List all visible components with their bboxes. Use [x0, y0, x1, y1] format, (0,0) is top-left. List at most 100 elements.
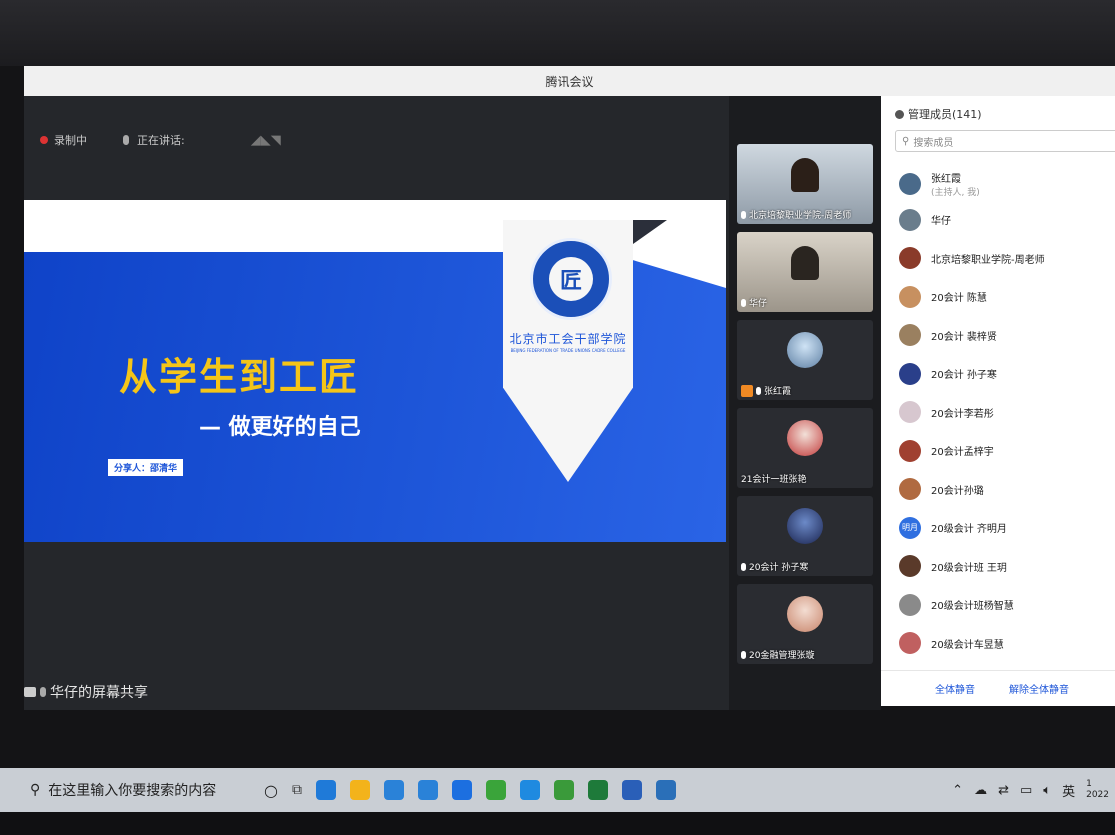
- taskbar-app-icon[interactable]: [315, 780, 336, 800]
- member-text: 20会计 孙子寒: [931, 366, 997, 381]
- member-row[interactable]: 20会计 孙子寒: [899, 362, 997, 385]
- video-tile-name: 张红霞: [764, 387, 792, 397]
- video-tile[interactable]: 20会计 孙子寒: [737, 496, 873, 576]
- taskbar-search-box[interactable]: ⚲ 在这里输入你要搜索的内容: [0, 780, 258, 800]
- mic-icon: [40, 687, 46, 697]
- mic-icon: [741, 298, 746, 307]
- member-row[interactable]: 20会计 裴梓贤: [899, 324, 997, 346]
- volume-icon[interactable]: 🔈︎: [1043, 783, 1051, 798]
- member-avatar: [899, 555, 921, 577]
- meeting-status-bar: 录制中 正在讲话: ◢◣◥: [40, 132, 281, 148]
- member-text: 华仔: [931, 212, 951, 227]
- mic-icon: [741, 562, 746, 571]
- member-row[interactable]: 20会计孟梓宇: [899, 439, 994, 462]
- cortana-circle-icon[interactable]: ○: [264, 781, 278, 800]
- taskbar-app-icon[interactable]: [349, 780, 370, 800]
- member-avatar: 明月: [899, 516, 921, 539]
- member-name: 华仔: [931, 216, 951, 227]
- cloud-icon[interactable]: ☁: [974, 783, 987, 798]
- member-name: 20会计孙璐: [931, 485, 984, 497]
- member-row[interactable]: 张红霞 (主持人, 我): [899, 170, 980, 198]
- member-text: 20级会计班 王玥: [931, 559, 1007, 574]
- taskbar-app-icon[interactable]: [485, 780, 506, 800]
- taskbar-clock[interactable]: 1 2022: [1086, 779, 1109, 801]
- logo-glyph: 匠: [549, 257, 593, 301]
- member-name: 20级会计班 王玥: [931, 562, 1007, 574]
- recording-dot-icon: [40, 136, 48, 144]
- system-tray: ⌃ ☁ ⇄ ▭ 🔈︎ 英 1 2022: [952, 768, 1109, 812]
- windows-taskbar: ⚲ 在这里输入你要搜索的内容 ○ ⧉ ⌃ ☁ ⇄ ▭ 🔈︎ 英 1 2022: [0, 768, 1115, 812]
- member-row[interactable]: 20级会计班杨智慧: [899, 593, 1014, 616]
- video-tile[interactable]: 华仔: [737, 232, 873, 312]
- school-english-name: BEIJING FEDERATION OF TRADE UNIONS CADRE…: [510, 348, 626, 353]
- member-row[interactable]: 20级会计车昱慧: [899, 632, 1004, 654]
- member-search-input[interactable]: ⚲ 搜索成员: [895, 130, 1115, 152]
- task-view-icon[interactable]: ⧉: [292, 782, 302, 798]
- member-avatar: [899, 632, 921, 654]
- window-titlebar: 腾讯会议: [24, 66, 1115, 96]
- member-avatar: [899, 401, 921, 423]
- member-row[interactable]: 20会计孙璐: [899, 478, 984, 500]
- member-avatar: [899, 208, 921, 231]
- video-tile[interactable]: 20金融管理张璇: [737, 584, 873, 664]
- member-avatar: [899, 362, 921, 385]
- battery-icon[interactable]: ▭: [1020, 783, 1032, 798]
- video-tile-name: 20会计 孙子寒: [749, 563, 809, 573]
- member-text: 20会计孙璐: [931, 482, 984, 497]
- members-panel-footer: 全体静音 解除全体静音: [881, 670, 1115, 706]
- search-icon: ⚲: [902, 135, 910, 147]
- slide-subtitle: — 做更好的自己: [199, 415, 361, 440]
- search-icon: ⚲: [30, 782, 41, 798]
- taskbar-app-icon[interactable]: [553, 780, 574, 800]
- taskbar-app-icon[interactable]: [417, 780, 438, 800]
- video-tile[interactable]: 北京培黎职业学院-周老师: [737, 144, 873, 224]
- video-tile[interactable]: 21会计一班张艳: [737, 408, 873, 488]
- member-role: (主持人, 我): [931, 188, 980, 198]
- taskbar-app-icon[interactable]: [383, 780, 404, 800]
- participant-avatar: [787, 596, 823, 632]
- members-panel-header: 管理成员(141): [895, 106, 982, 122]
- member-row[interactable]: 20会计 陈慧: [899, 285, 987, 308]
- member-name: 20级会计车昱慧: [931, 639, 1004, 651]
- video-tile-column: 北京培黎职业学院-周老师 华仔 张红霞 21会计一班张艳 20会计 孙子寒 20…: [729, 96, 881, 710]
- taskbar-app-icon[interactable]: [621, 780, 642, 800]
- member-text: 北京培黎职业学院-周老师: [931, 251, 1045, 266]
- member-row[interactable]: 20级会计班 王玥: [899, 555, 1007, 577]
- video-tile-name: 北京培黎职业学院-周老师: [749, 211, 852, 221]
- member-text: 20会计孟梓宇: [931, 443, 994, 458]
- video-tile-label: 北京培黎职业学院-周老师: [741, 208, 851, 221]
- school-logo-icon: 匠: [530, 238, 612, 320]
- member-name: 20会计李若彤: [931, 408, 994, 420]
- screen-share-label: 华仔的屏幕共享: [24, 682, 148, 702]
- members-panel: 管理成员(141) ⚲ 搜索成员 张红霞 (主持人, 我) 华仔北京培黎职业学院-周…: [881, 96, 1115, 706]
- member-row[interactable]: 明月 20级会计 齐明月: [899, 516, 1007, 539]
- member-name: 北京培黎职业学院-周老师: [931, 254, 1045, 266]
- member-text: 20会计 裴梓贤: [931, 328, 997, 343]
- video-tile[interactable]: 张红霞: [737, 320, 873, 400]
- clock-date: 2022: [1086, 790, 1109, 800]
- mute-all-button[interactable]: 全体静音: [935, 681, 975, 696]
- input-language[interactable]: 英: [1062, 781, 1075, 800]
- member-row[interactable]: 20会计李若彤: [899, 401, 994, 423]
- taskbar-app-icon[interactable]: [451, 780, 472, 800]
- network-icon[interactable]: ⇄: [998, 783, 1009, 798]
- reaction-icon: ◢◣◥: [250, 132, 281, 148]
- member-row[interactable]: 北京培黎职业学院-周老师: [899, 247, 1045, 269]
- video-tile-label: 张红霞: [741, 384, 791, 397]
- member-row[interactable]: 华仔: [899, 208, 951, 231]
- taskbar-app-icon[interactable]: [519, 780, 540, 800]
- mic-icon: [741, 650, 746, 659]
- participant-video: [791, 246, 819, 280]
- school-name: 北京市工会干部学院: [509, 332, 627, 346]
- participant-video: [791, 158, 819, 192]
- slide-title: 从学生到工匠: [119, 355, 360, 399]
- member-avatar: [899, 285, 921, 308]
- taskbar-app-icon[interactable]: [587, 780, 608, 800]
- unmute-all-button[interactable]: 解除全体静音: [1009, 681, 1069, 696]
- taskbar-app-icon[interactable]: [655, 780, 676, 800]
- video-tile-label: 20会计 孙子寒: [741, 560, 808, 573]
- member-text: 20会计 陈慧: [931, 289, 987, 304]
- chevron-up-icon[interactable]: ⌃: [952, 783, 963, 798]
- member-name: 20级会计班杨智慧: [931, 601, 1014, 612]
- member-name: 20会计 裴梓贤: [931, 331, 997, 343]
